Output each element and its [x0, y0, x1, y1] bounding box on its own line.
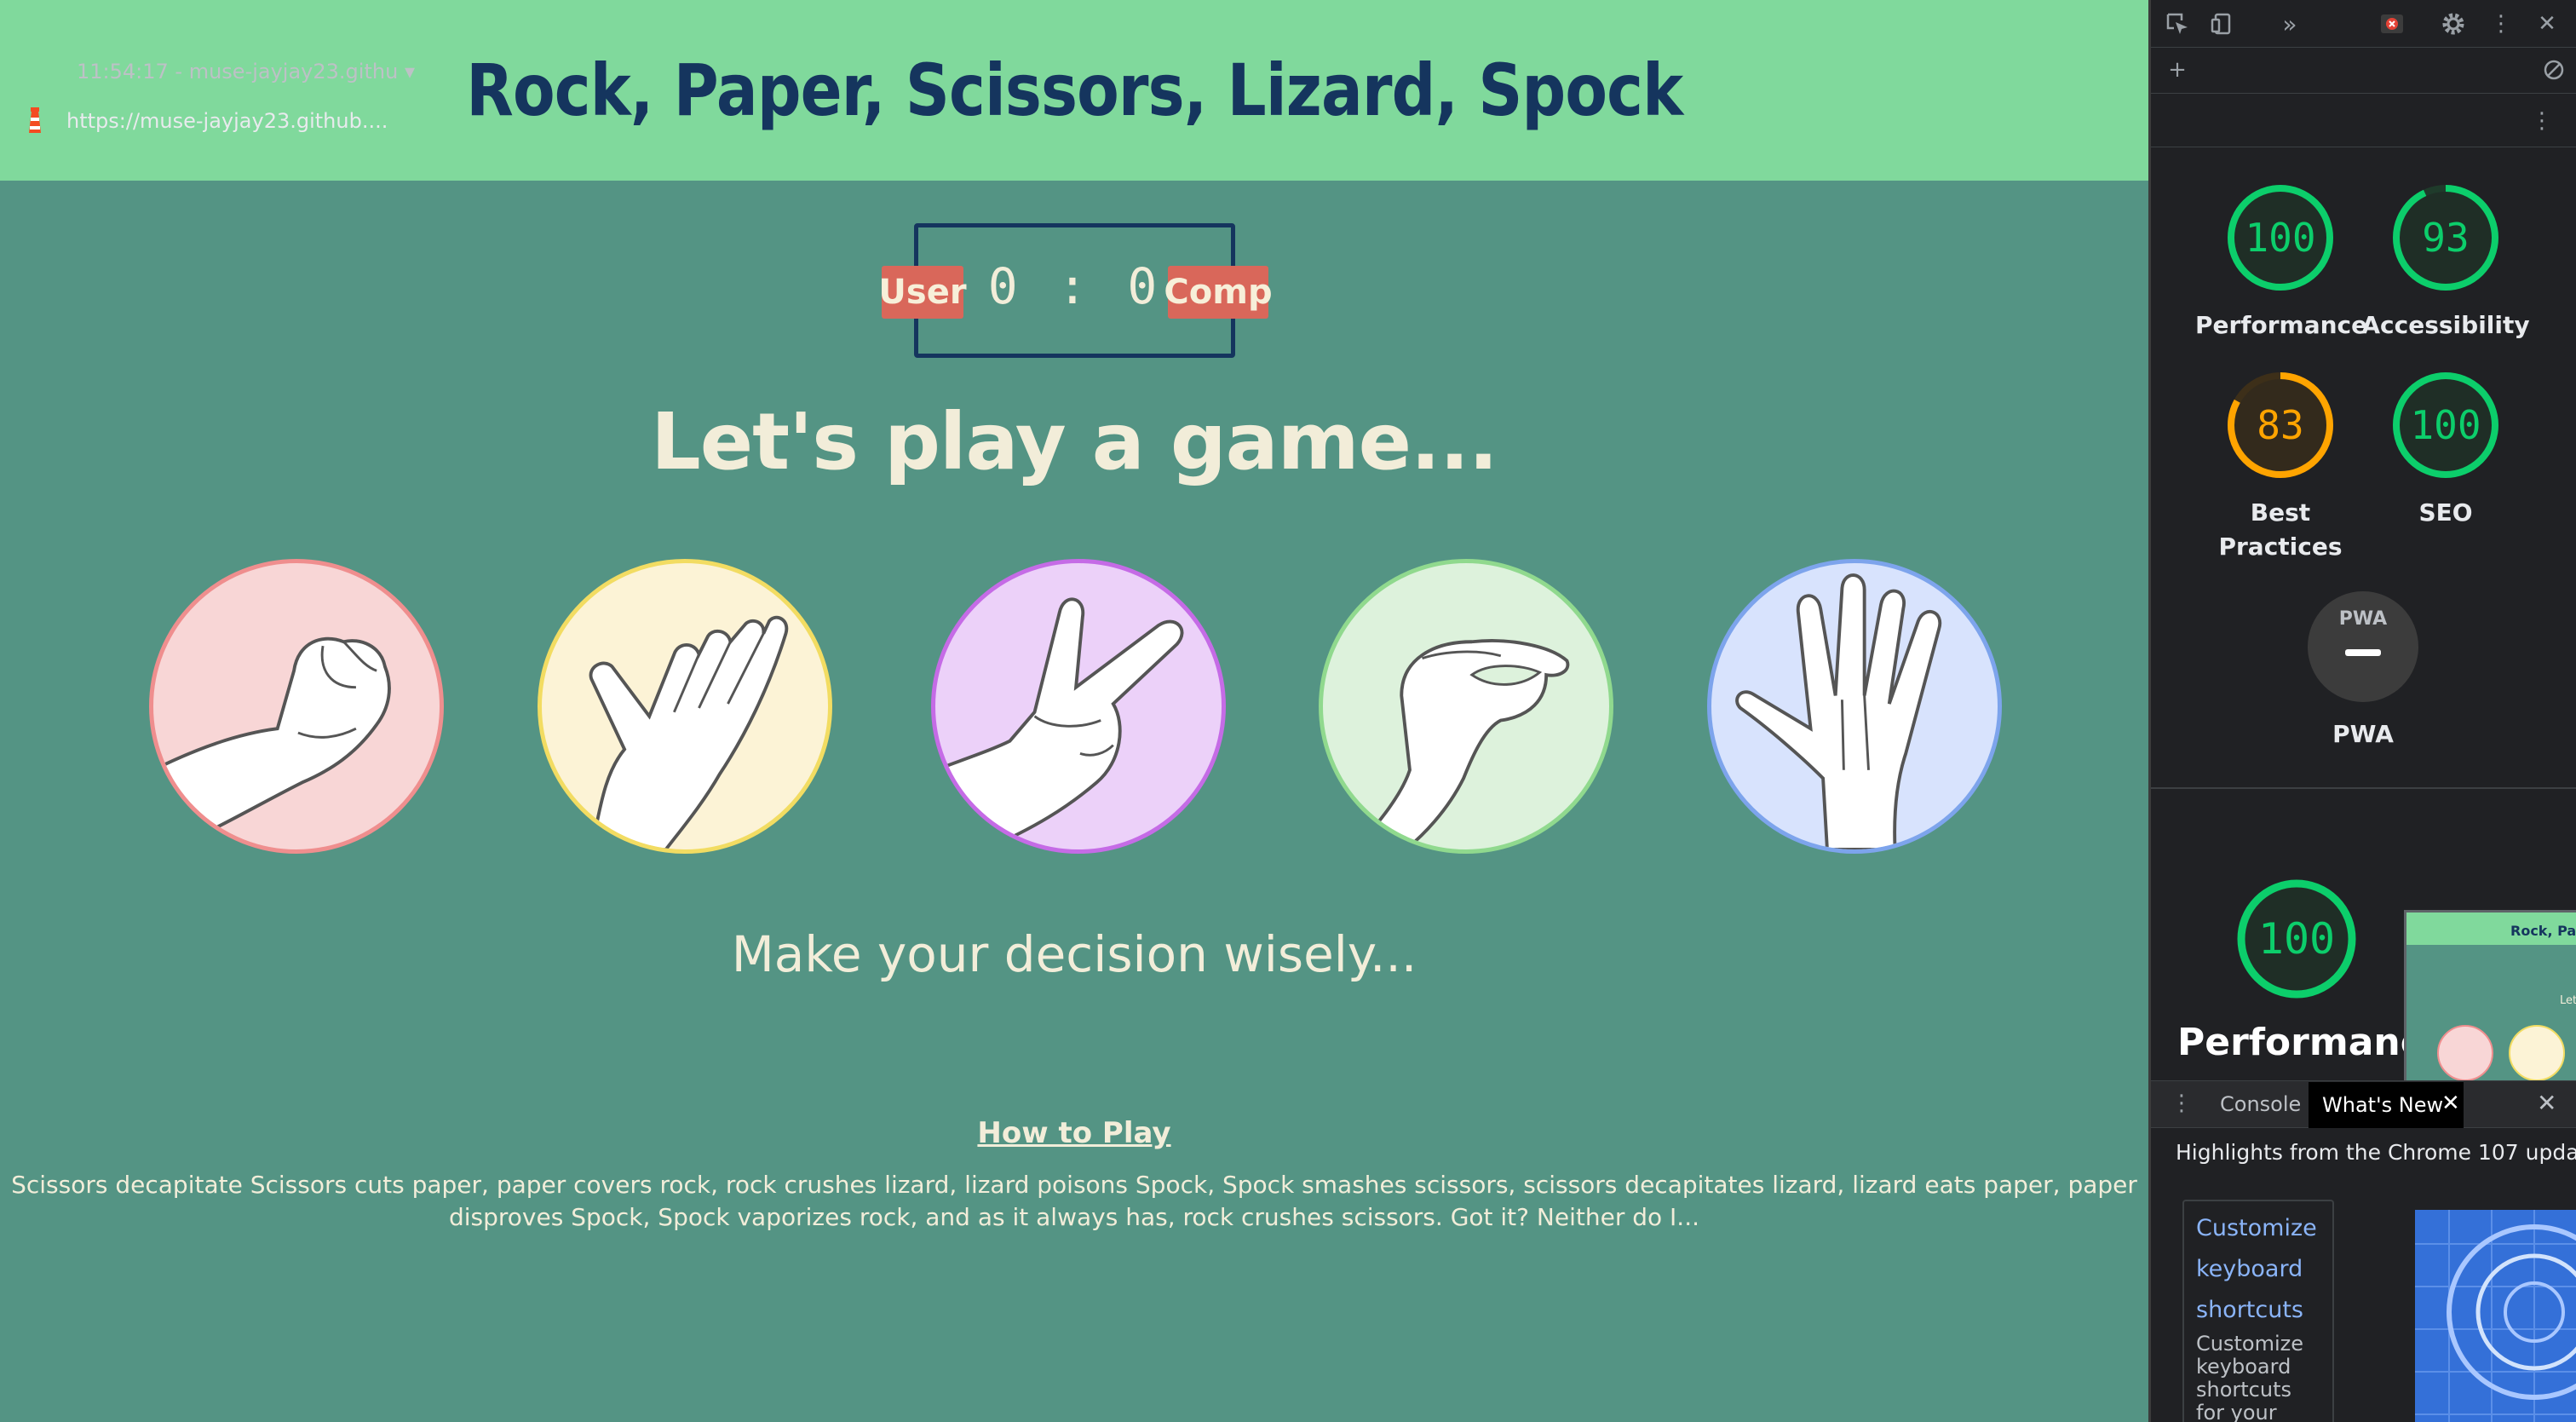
url-menu-icon[interactable]: ⋮ — [2527, 106, 2557, 136]
accessibility-score-gauge[interactable]: 93 — [2389, 181, 2502, 294]
performance-big-gauge: 100 — [2234, 876, 2360, 1002]
tab-console[interactable]: Console — [2206, 1080, 2314, 1128]
lighthouse-url-bar — [2151, 95, 2576, 147]
seo-score: 100 — [2410, 402, 2481, 448]
page-header: Rock, Paper, Scissors, Lizard, Spock — [0, 0, 2148, 181]
best-practices-label: Best Practices — [2218, 498, 2343, 561]
best-practices-score-gauge[interactable]: 83 — [2224, 369, 2337, 481]
score-value: 0 : 0 — [987, 257, 1163, 315]
paper-hand-icon — [589, 615, 789, 849]
pwa-label: PWA — [2332, 720, 2394, 748]
accessibility-label: Accessibility — [2361, 311, 2530, 339]
spock-hand-icon — [1735, 573, 1942, 849]
pwa-badge-text: PWA — [2338, 608, 2388, 630]
paper-choice-button[interactable] — [538, 559, 832, 854]
thumbnail-subtitle: Let — [2560, 994, 2576, 1007]
lighthouse-report-bar — [2151, 48, 2576, 94]
kebab-menu-icon[interactable]: ⋮ — [2486, 9, 2516, 39]
session-label: 11:54:17 - muse-jayjay23.githu — [77, 60, 399, 83]
page-title: Rock, Paper, Scissors, Lizard, Spock — [465, 49, 1683, 132]
feature-illustration — [2415, 1210, 2576, 1422]
new-report-icon[interactable]: + — [2162, 55, 2193, 85]
pwa-dash-icon — [2345, 649, 2381, 656]
close-devtools-icon[interactable]: ✕ — [2532, 9, 2562, 39]
lizard-choice-button[interactable] — [1319, 559, 1613, 854]
report-session-select[interactable]: 11:54:17 - muse-jayjay23.githu ▾ — [77, 60, 415, 83]
performance-big-score: 100 — [2257, 914, 2336, 964]
report-url: https://muse-jayjay23.github.... — [66, 109, 388, 133]
thumbnail-title: Rock, Pape — [2510, 923, 2576, 939]
best-practices-score: 83 — [2257, 402, 2304, 448]
chevron-down-icon: ▾ — [404, 60, 415, 83]
feature-card[interactable]: Customize keyboard shortcuts Customize k… — [2182, 1200, 2334, 1422]
section-divider — [2151, 787, 2576, 789]
page-screenshot-thumbnail[interactable]: Rock, Pape Let — [2404, 910, 2576, 1087]
game-headline: Let's play a game... — [651, 396, 1498, 487]
seo-label: SEO — [2418, 498, 2473, 527]
feature-card-body: Customize keyboard shortcuts for your fa… — [2196, 1332, 2303, 1422]
performance-label: Performance — [2195, 311, 2368, 339]
rock-choice-button[interactable] — [149, 559, 444, 854]
accessibility-score: 93 — [2422, 215, 2470, 261]
settings-gear-icon[interactable] — [2438, 9, 2469, 39]
lizard-hand-icon — [1354, 639, 1570, 849]
seo-score-gauge[interactable]: 100 — [2389, 369, 2502, 481]
thumbnail-rock-icon — [2437, 1025, 2493, 1081]
thumbnail-paper-icon — [2509, 1025, 2565, 1081]
whats-new-heading: Highlights from the Chrome 107 update — [2176, 1140, 2576, 1165]
user-score-label: User — [878, 266, 967, 319]
rules-text: Scissors decapitate Scissors cuts paper,… — [11, 1171, 2137, 1231]
game-page: Rock, Paper, Scissors, Lizard, Spock Use… — [0, 0, 2148, 1422]
drawer-menu-icon[interactable]: ⋮ — [2171, 1091, 2193, 1116]
pwa-badge[interactable]: PWA — [2308, 591, 2418, 702]
spock-choice-button[interactable] — [1707, 559, 2002, 854]
more-tabs-icon[interactable]: » — [2274, 9, 2305, 39]
performance-score: 100 — [2245, 215, 2316, 261]
inspect-element-icon[interactable] — [2162, 9, 2193, 39]
close-drawer-icon[interactable]: ✕ — [2537, 1089, 2556, 1117]
error-badge-icon[interactable] — [2377, 9, 2407, 39]
how-to-play-link[interactable]: How to Play — [0, 1116, 2148, 1150]
close-tab-icon[interactable]: ✕ — [2441, 1091, 2460, 1116]
rock-hand-icon — [153, 636, 391, 849]
performance-score-gauge[interactable]: 100 — [2224, 181, 2337, 294]
lighthouse-icon — [29, 107, 41, 133]
scissors-hand-icon — [935, 597, 1184, 849]
feature-card-title[interactable]: Customize keyboard shortcuts — [2196, 1208, 2320, 1331]
comp-score-label: Comp — [1164, 266, 1273, 319]
decision-prompt: Make your decision wisely... — [731, 925, 1417, 983]
device-toolbar-icon[interactable] — [2206, 9, 2237, 39]
scissors-choice-button[interactable] — [931, 559, 1226, 854]
clear-block-icon[interactable] — [2539, 55, 2569, 85]
tab-whats-new[interactable]: What's New — [2309, 1082, 2464, 1128]
